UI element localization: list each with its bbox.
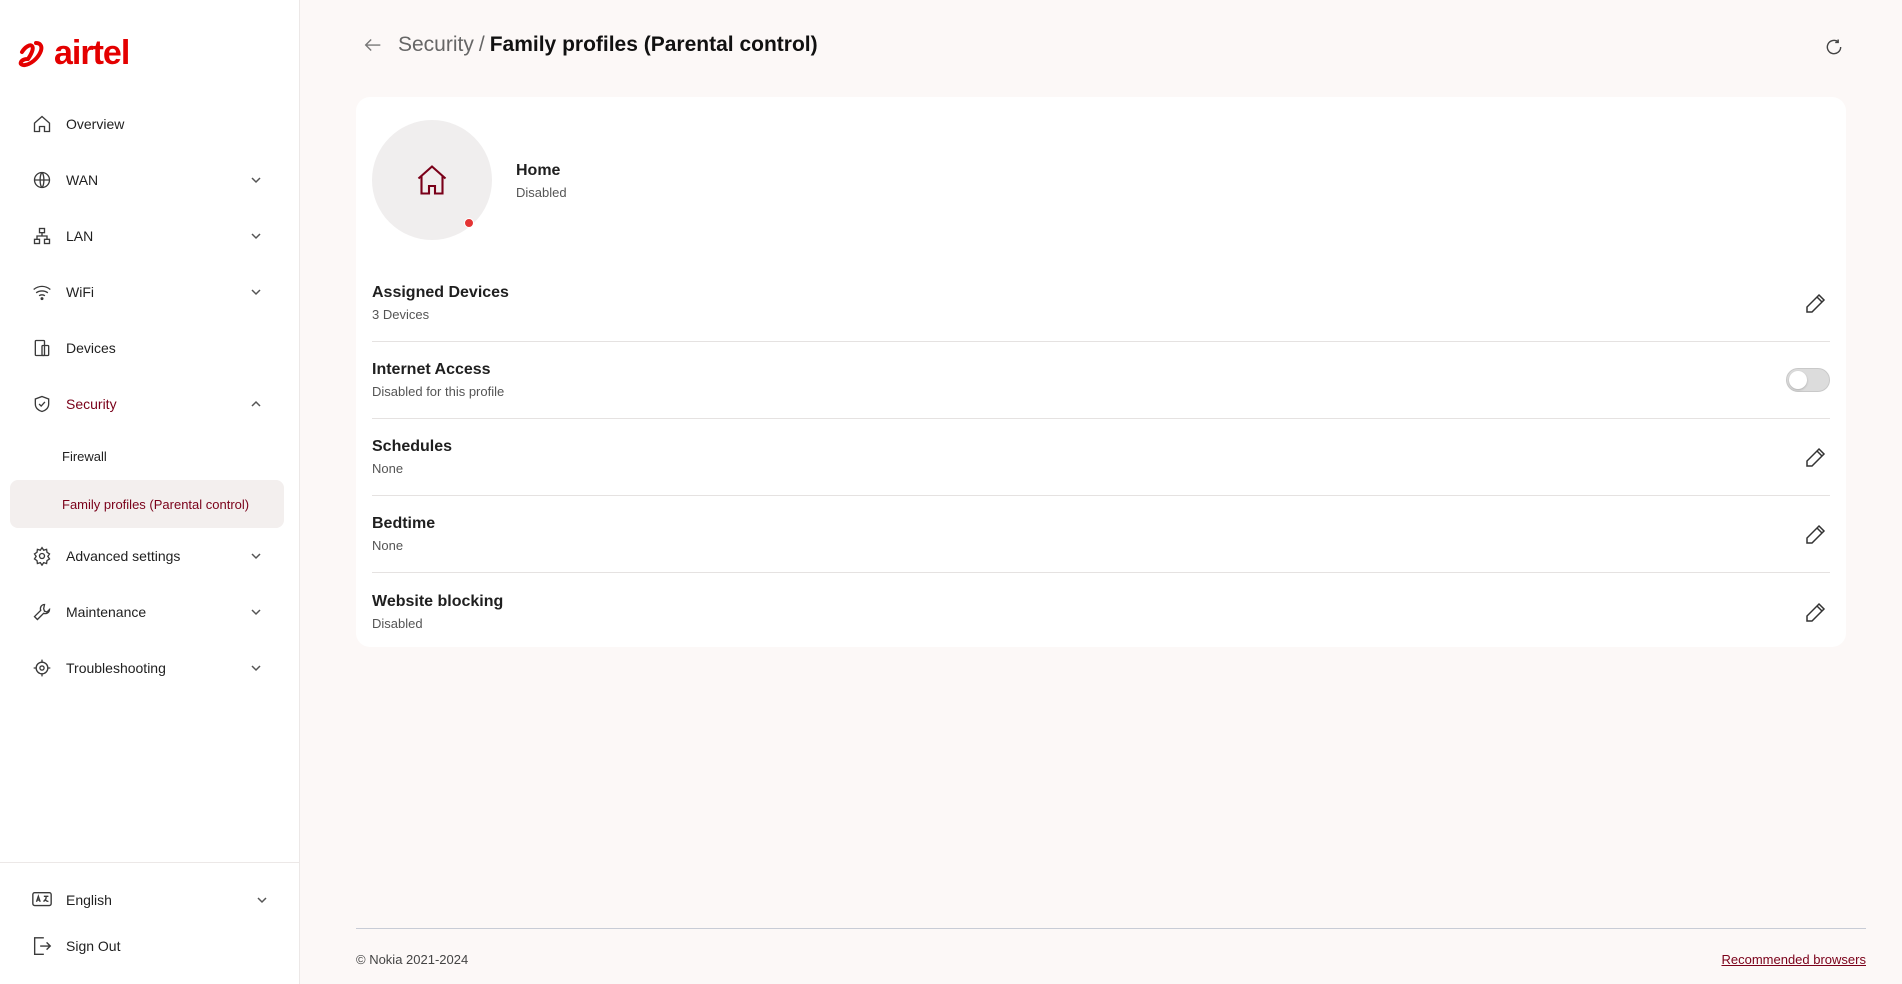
sidebar-item-troubleshooting[interactable]: Troubleshooting [10,640,284,696]
chevron-down-icon [248,548,264,564]
chevron-down-icon [248,604,264,620]
profile-name: Home [516,162,561,179]
sidebar-item-label: WAN [66,172,99,188]
sidebar-item-wan[interactable]: WAN [10,152,284,208]
sidebar-item-label: Advanced settings [66,548,181,564]
sidebar: airtel Overview WAN LAN WiFi Devices Sec… [0,0,300,984]
sidebar-item-overview[interactable]: Overview [10,96,284,152]
profile-avatar [372,120,492,240]
chevron-down-icon [248,284,264,300]
sidebar-footer: English Sign Out [0,862,300,969]
row-bedtime: Bedtime None [372,496,1830,573]
house-icon [417,165,447,195]
back-arrow-icon[interactable] [360,32,386,58]
edit-pencil-icon[interactable] [1802,289,1830,317]
breadcrumb-separator: / [478,33,485,56]
profile-status: Disabled [516,185,567,200]
globe-icon [30,168,54,192]
wrench-icon [30,600,54,624]
home-icon [30,112,54,136]
target-icon [30,656,54,680]
edit-pencil-icon[interactable] [1802,443,1830,471]
shield-icon [30,392,54,416]
sign-out-label: Sign Out [66,938,121,954]
recommended-browsers-link[interactable]: Recommended browsers [1721,952,1866,967]
sidebar-item-advanced-settings[interactable]: Advanced settings [10,528,284,584]
row-subtitle: None [372,538,404,553]
profile-card: Home Disabled Assigned Devices 3 Devices… [356,97,1846,647]
internet-access-toggle[interactable] [1786,368,1830,392]
chevron-down-icon [248,228,264,244]
row-assigned-devices: Assigned Devices 3 Devices [372,265,1830,342]
language-icon [30,888,54,912]
footer-divider [356,928,1866,929]
sidebar-item-label: Maintenance [66,604,147,620]
breadcrumb-parent[interactable]: Security [398,33,474,57]
sidebar-nav: Overview WAN LAN WiFi Devices Security F… [10,96,284,696]
status-dot [464,218,474,228]
sidebar-item-wifi[interactable]: WiFi [10,264,284,320]
row-title: Bedtime [372,515,436,532]
sign-out-button[interactable]: Sign Out [0,923,300,969]
sidebar-subitem-firewall[interactable]: Firewall [10,432,284,480]
chevron-down-icon [254,892,270,908]
brand-name: airtel [54,34,130,72]
chevron-up-icon [248,396,264,412]
settings-list: Assigned Devices 3 Devices Internet Acce… [372,265,1830,650]
airtel-logo[interactable]: airtel [14,34,130,73]
row-subtitle: None [372,461,404,476]
row-title: Website blocking [372,592,504,610]
row-title: Internet Access [372,361,491,378]
row-subtitle: Disabled [372,615,423,631]
language-selector[interactable]: English [0,877,300,923]
wifi-icon [30,280,54,304]
edit-pencil-icon[interactable] [1802,598,1830,626]
network-icon [30,224,54,248]
sidebar-item-maintenance[interactable]: Maintenance [10,584,284,640]
devices-icon [30,336,54,360]
chevron-down-icon [248,172,264,188]
gear-icon [30,544,54,568]
row-schedules: Schedules None [372,419,1830,496]
copyright-text: © Nokia 2021-2024 [356,952,469,967]
sidebar-subitem-family-profiles[interactable]: Family profiles (Parental control) [10,480,284,528]
toggle-knob [1789,371,1807,389]
page-title: Family profiles (Parental control) [489,33,818,56]
airtel-swirl-icon [18,40,44,67]
sidebar-item-label: Overview [66,116,125,132]
edit-pencil-icon[interactable] [1802,520,1830,548]
sidebar-item-label: WiFi [66,284,94,300]
sign-out-icon [30,934,54,958]
breadcrumb: Security / Family profiles (Parental con… [360,32,818,58]
row-subtitle: Disabled for this profile [372,384,505,399]
row-internet-access: Internet Access Disabled for this profil… [372,342,1830,419]
sidebar-item-label: LAN [66,228,94,244]
sidebar-item-security[interactable]: Security [10,376,284,432]
sidebar-item-lan[interactable]: LAN [10,208,284,264]
refresh-icon[interactable] [1823,36,1845,58]
row-subtitle: 3 Devices [372,307,430,322]
sidebar-item-label: Security [66,396,117,412]
row-title: Assigned Devices [372,284,509,301]
sidebar-item-label: Devices [66,340,116,356]
chevron-down-icon [248,660,264,676]
sidebar-item-label: Troubleshooting [66,660,166,676]
row-website-blocking: Website blocking Disabled [372,573,1830,650]
row-title: Schedules [372,438,453,455]
language-label: English [66,892,112,908]
sidebar-item-devices[interactable]: Devices [10,320,284,376]
